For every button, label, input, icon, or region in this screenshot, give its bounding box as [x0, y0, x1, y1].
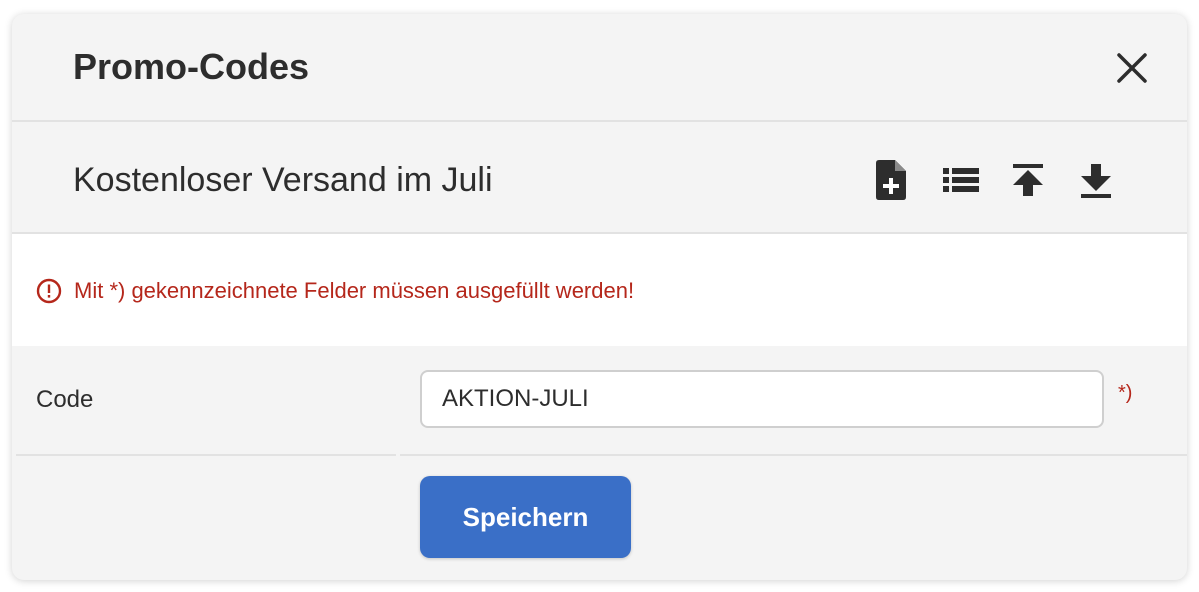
page-title: Promo-Codes	[73, 46, 310, 87]
file-add-icon	[876, 160, 906, 200]
list-icon	[943, 168, 979, 192]
close-icon	[1117, 53, 1147, 83]
download-icon	[1081, 164, 1111, 198]
row-divider	[400, 454, 1187, 456]
new-entry-button[interactable]	[870, 158, 912, 202]
required-marker: *)	[1118, 382, 1133, 404]
promo-codes-dialog: Promo-Codes Kostenloser Versand im Juli	[12, 14, 1187, 580]
required-fields-notice: Mit *) gekennzeichnete Felder müssen aus…	[12, 234, 1187, 346]
list-view-button[interactable]	[940, 158, 982, 202]
exclamation-circle-icon	[36, 278, 62, 304]
save-button[interactable]: Speichern	[420, 476, 631, 558]
code-input[interactable]	[420, 370, 1104, 428]
promo-name: Kostenloser Versand im Juli	[73, 161, 493, 199]
close-button[interactable]	[1114, 50, 1150, 86]
notice-text: Mit *) gekennzeichnete Felder müssen aus…	[74, 278, 635, 303]
upload-icon	[1013, 164, 1043, 196]
code-label: Code	[36, 386, 94, 413]
upload-button[interactable]	[1007, 158, 1049, 202]
dialog-header: Promo-Codes	[12, 14, 1187, 122]
promo-subheader: Kostenloser Versand im Juli	[12, 122, 1187, 234]
row-divider	[16, 454, 396, 456]
download-button[interactable]	[1075, 158, 1117, 202]
